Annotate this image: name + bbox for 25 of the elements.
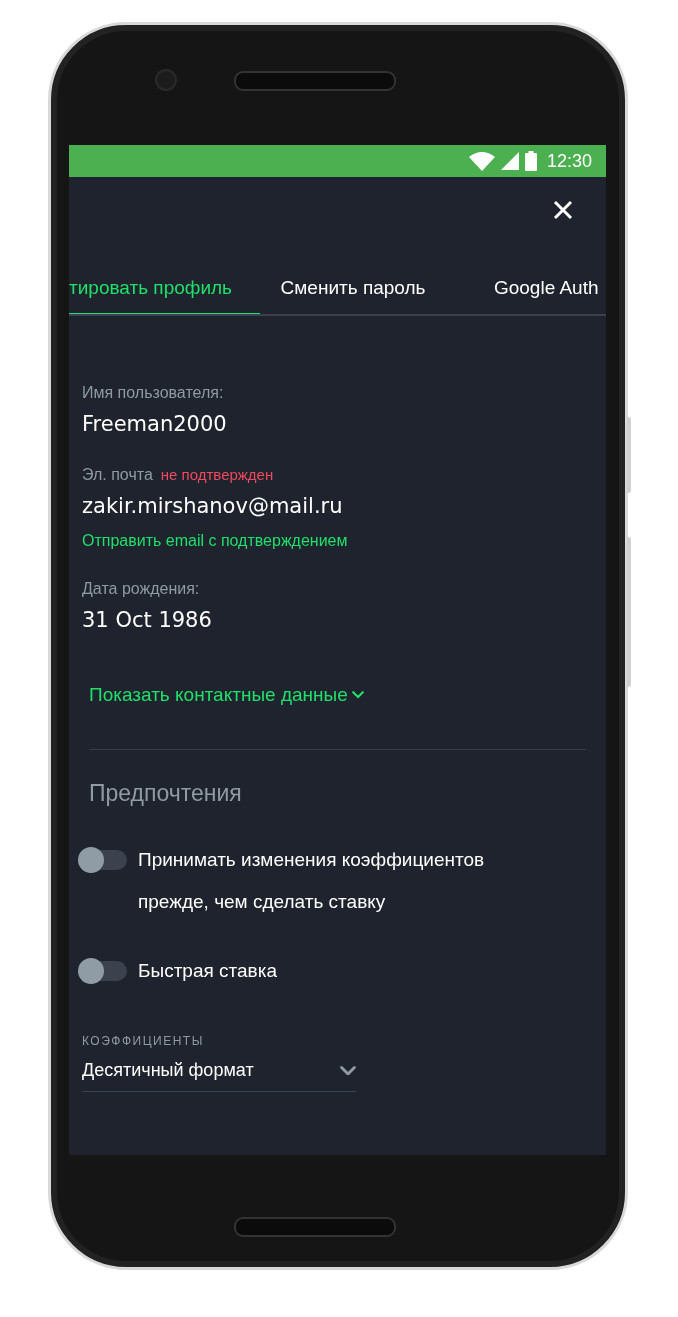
show-contacts-link[interactable]: Показать контактные данные xyxy=(89,684,364,706)
field-label: Эл. почта xyxy=(82,466,153,484)
tab[interactable]: Google Auth xyxy=(493,269,606,314)
wifi-icon xyxy=(468,151,495,171)
field-value: 31 Oct 1986 xyxy=(82,608,213,632)
send-email-link[interactable]: Отправить email с подтверждением xyxy=(82,532,606,550)
toggle-label: Принимать изменения коэффициентов прежде, чем сделать ставку xyxy=(138,848,486,914)
chevron-down-icon xyxy=(351,691,364,699)
odds-label: КОЭФФИЦИЕНТЫ xyxy=(82,1034,205,1048)
field-value: zakir.mirshanov@mail.ru xyxy=(82,494,344,518)
field-value: Freeman2000 xyxy=(82,412,228,436)
status-time: 12:30 xyxy=(546,150,592,172)
field-label: Дата рождения: xyxy=(82,580,200,598)
toggle-switch[interactable] xyxy=(79,850,127,870)
chevron-down-icon xyxy=(340,1065,356,1076)
battery-icon xyxy=(524,151,537,171)
field-label: Имя пользователя: xyxy=(82,384,224,402)
toggle-switch[interactable] xyxy=(79,961,127,981)
signal-icon xyxy=(500,152,519,170)
tab[interactable]: тировать профиль xyxy=(69,269,260,314)
tab[interactable]: Сменить пароль xyxy=(280,269,453,314)
status-text: не подтвержден xyxy=(160,466,274,483)
toggle-label: Быстрая ставка xyxy=(138,959,277,983)
odds-select[interactable]: Десятичный формат xyxy=(82,1056,356,1092)
section-title: Предпочтения xyxy=(89,780,243,807)
